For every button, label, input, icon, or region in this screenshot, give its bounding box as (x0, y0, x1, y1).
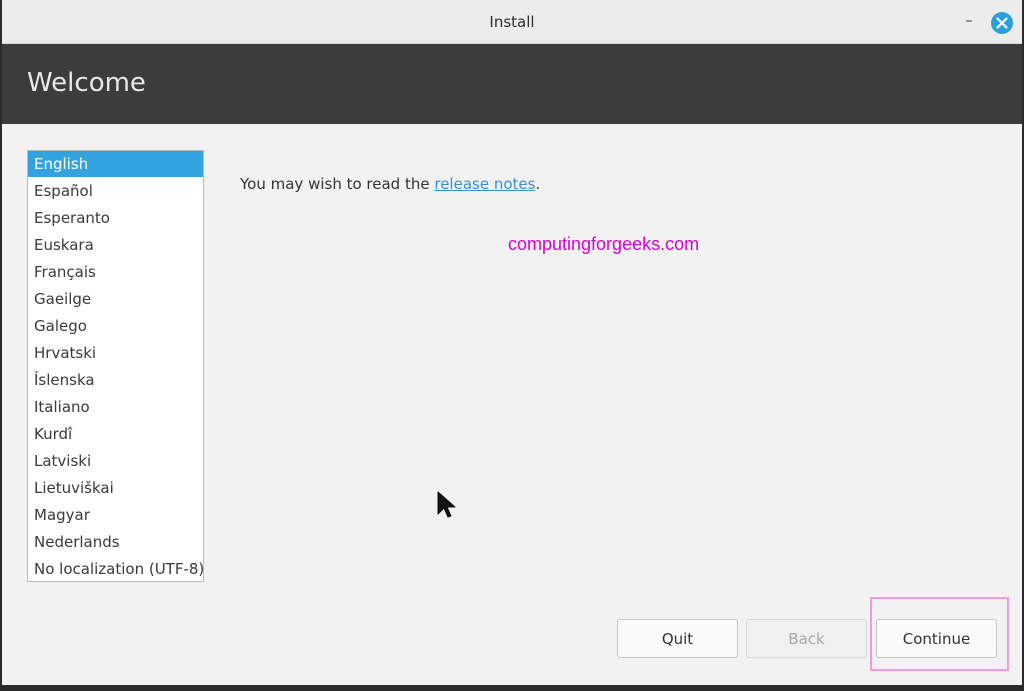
language-list[interactable]: English Español Esperanto Euskara França… (27, 150, 204, 582)
language-item-islenska[interactable]: Íslenska (28, 367, 203, 393)
language-item-italiano[interactable]: Italiano (28, 394, 203, 420)
mouse-pointer-icon (436, 490, 458, 520)
page-title: Welcome (27, 68, 146, 98)
page-header: Welcome (2, 44, 1022, 124)
language-item-no-localization[interactable]: No localization (UTF-8) (28, 556, 203, 582)
language-item-hrvatski[interactable]: Hrvatski (28, 340, 203, 366)
watermark-text: computingforgeeks.com (508, 234, 699, 255)
release-notes-link[interactable]: release notes (434, 175, 535, 193)
language-item-english[interactable]: English (28, 151, 203, 177)
language-item-esperanto[interactable]: Esperanto (28, 205, 203, 231)
language-item-galego[interactable]: Galego (28, 313, 203, 339)
installer-window: Install – Welcome English Español Espera… (2, 0, 1022, 685)
language-item-gaeilge[interactable]: Gaeilge (28, 286, 203, 312)
window-title: Install (2, 13, 1022, 31)
language-item-magyar[interactable]: Magyar (28, 502, 203, 528)
language-item-lietuviskai[interactable]: Lietuviškai (28, 475, 203, 501)
close-button[interactable] (991, 12, 1013, 34)
release-notes-prefix: You may wish to read the (240, 175, 434, 193)
language-item-euskara[interactable]: Euskara (28, 232, 203, 258)
minimize-button[interactable]: – (960, 12, 978, 30)
title-bar: Install – (2, 0, 1022, 44)
continue-highlight-box (870, 597, 1009, 671)
quit-button[interactable]: Quit (617, 619, 738, 658)
language-item-latviski[interactable]: Latviski (28, 448, 203, 474)
close-icon (996, 17, 1008, 29)
language-item-kurdi[interactable]: Kurdî (28, 421, 203, 447)
back-button[interactable]: Back (746, 619, 867, 658)
language-item-francais[interactable]: Français (28, 259, 203, 285)
release-notes-suffix: . (535, 175, 540, 193)
language-item-espanol[interactable]: Español (28, 178, 203, 204)
language-item-nederlands[interactable]: Nederlands (28, 529, 203, 555)
release-notes-text: You may wish to read the release notes. (240, 175, 540, 193)
